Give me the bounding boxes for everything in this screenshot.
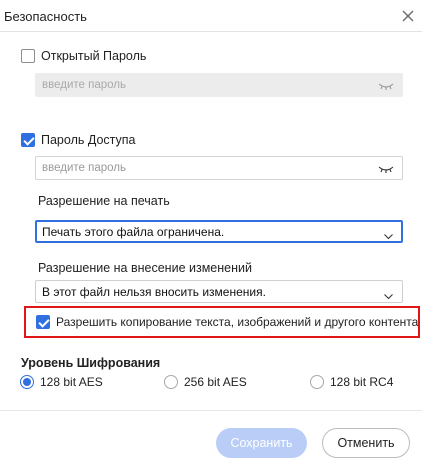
open-password-option[interactable]: Открытый Пароль — [21, 49, 146, 63]
open-password-checkbox[interactable] — [21, 49, 35, 63]
radio-label: 128 bit RC4 — [330, 375, 394, 389]
eye-closed-icon[interactable] — [378, 163, 394, 173]
print-permission-value: Печать этого файла ограничена. — [42, 225, 225, 239]
edit-permission-label: Разрешение на внесение изменений — [38, 261, 252, 275]
close-icon[interactable] — [400, 8, 416, 24]
copy-permission-checkbox[interactable] — [36, 315, 50, 329]
chevron-down-icon — [384, 289, 393, 300]
encryption-title: Уровень Шифрования — [21, 356, 161, 370]
print-permission-label: Разрешение на печать — [38, 194, 170, 208]
print-permission-select[interactable]: Печать этого файла ограничена. — [35, 220, 403, 243]
access-password-label: Пароль Доступа — [41, 133, 136, 147]
cancel-button[interactable]: Отменить — [322, 428, 410, 458]
save-button[interactable]: Сохранить — [216, 428, 307, 458]
radio-indicator[interactable] — [164, 375, 178, 389]
access-password-field[interactable] — [35, 156, 403, 180]
radio-indicator[interactable] — [20, 375, 34, 389]
access-password-option[interactable]: Пароль Доступа — [21, 133, 136, 147]
open-password-input — [36, 74, 366, 96]
dialog-title: Безопасность — [4, 9, 87, 24]
edit-permission-select[interactable]: В этот файл нельзя вносить изменения. — [35, 280, 403, 303]
access-password-input[interactable] — [36, 157, 366, 179]
edit-permission-value: В этот файл нельзя вносить изменения. — [42, 285, 266, 299]
radio-256-aes[interactable]: 256 bit AES — [164, 375, 247, 389]
copy-permission-label: Разрешить копирование текста, изображени… — [56, 315, 419, 329]
open-password-field — [35, 73, 403, 97]
radio-label: 128 bit AES — [40, 375, 103, 389]
radio-indicator[interactable] — [310, 375, 324, 389]
radio-label: 256 bit AES — [184, 375, 247, 389]
chevron-down-icon — [384, 229, 393, 240]
radio-128-aes[interactable]: 128 bit AES — [20, 375, 103, 389]
dialog-titlebar: Безопасность — [0, 0, 422, 32]
radio-128-rc4[interactable]: 128 bit RC4 — [310, 375, 393, 389]
open-password-label: Открытый Пароль — [41, 49, 147, 63]
access-password-checkbox[interactable] — [21, 133, 35, 147]
eye-closed-icon — [378, 80, 394, 90]
copy-permission-option[interactable]: Разрешить копирование текста, изображени… — [36, 315, 418, 329]
footer-divider — [0, 410, 422, 411]
